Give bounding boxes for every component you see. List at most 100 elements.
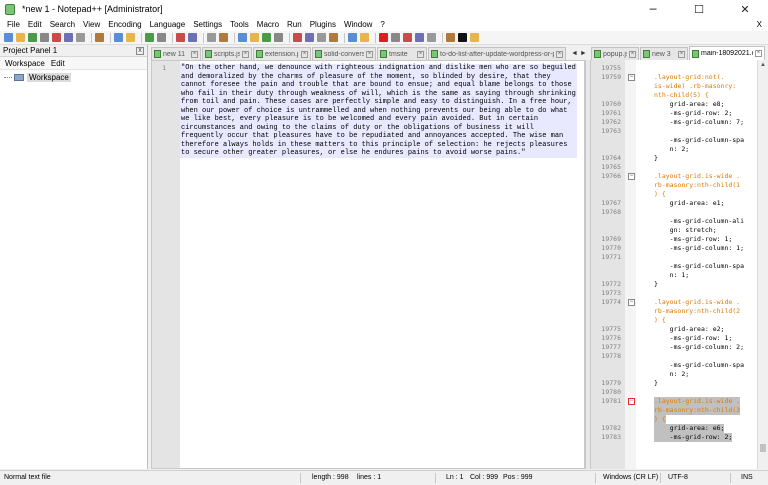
function-list-icon[interactable] [329, 33, 338, 42]
code-text: -ms-grid-column: 1; [654, 244, 745, 252]
panel-menu-workspace[interactable]: Workspace [2, 59, 48, 68]
menu-tools[interactable]: Tools [226, 18, 253, 31]
play-macro-icon[interactable] [403, 33, 412, 42]
menu-macro[interactable]: Macro [253, 18, 283, 31]
close-tab-icon[interactable]: × [755, 50, 762, 57]
print-icon[interactable] [76, 33, 85, 42]
close-icon[interactable]: x [136, 46, 144, 55]
word-wrap-icon[interactable] [262, 33, 271, 42]
language-icon[interactable] [305, 33, 314, 42]
close-all-icon[interactable] [64, 33, 73, 42]
close-tab-icon[interactable]: × [242, 50, 249, 58]
tab-extension-js[interactable]: extension.js × [253, 47, 311, 60]
menu-file[interactable]: File [3, 18, 24, 31]
open-file-icon[interactable] [16, 33, 25, 42]
code-text: .layout-grid.is-wide . [654, 397, 741, 406]
fold-toggle-icon[interactable]: − [628, 398, 635, 405]
menu-view[interactable]: View [79, 18, 104, 31]
close-window-button[interactable]: ✕ [722, 0, 768, 18]
tab-new-11[interactable]: new 11 × [151, 47, 201, 60]
code-text: } [654, 154, 658, 162]
tab-label: tmsite [389, 50, 408, 58]
run-macro-multiple-icon[interactable] [415, 33, 424, 42]
editor-text-area[interactable]: "On the other hand, we denounce with rig… [180, 64, 584, 158]
menu-help[interactable]: ? [376, 18, 388, 31]
close-tab-icon[interactable]: × [301, 50, 308, 58]
monitoring-icon[interactable] [360, 33, 369, 42]
code-text: -ms-grid-row: 2; [654, 109, 733, 117]
menu-plugins[interactable]: Plugins [306, 18, 340, 31]
new-file-icon[interactable] [4, 33, 13, 42]
close-document-button[interactable]: X [757, 18, 762, 31]
tab-popup-js[interactable]: popup.js × [591, 47, 639, 60]
save-icon[interactable] [28, 33, 37, 42]
close-tab-icon[interactable]: × [678, 50, 685, 58]
menu-run[interactable]: Run [283, 18, 306, 31]
zoom-out-icon[interactable] [219, 33, 228, 42]
menu-language[interactable]: Language [146, 18, 190, 31]
spell-check-icon[interactable] [446, 33, 455, 42]
fold-toggle-icon[interactable]: − [628, 74, 635, 81]
plugin-settings-icon[interactable] [470, 33, 479, 42]
code-text: is-wide) .rb-masonry: [654, 82, 737, 90]
panel-menu-edit[interactable]: Edit [48, 59, 68, 68]
close-icon[interactable] [52, 33, 61, 42]
code-text: -ms-grid-row: 1; [654, 334, 733, 342]
paste-icon[interactable] [126, 33, 135, 42]
close-tab-icon[interactable]: × [366, 50, 373, 58]
undo-icon[interactable] [145, 33, 154, 42]
save-all-icon[interactable] [40, 33, 49, 42]
menu-settings[interactable]: Settings [189, 18, 226, 31]
menu-search[interactable]: Search [46, 18, 79, 31]
tab-tmsite[interactable]: tmsite × [377, 47, 427, 60]
tree-item-workspace[interactable]: Workspace [4, 72, 147, 83]
minimize-button[interactable]: ─ [630, 0, 676, 18]
maximize-button[interactable]: ☐ [676, 0, 722, 18]
toolbar-separator [141, 32, 142, 43]
find-icon[interactable] [176, 33, 185, 42]
zoom-in-icon[interactable] [207, 33, 216, 42]
tab-main-18092021-css[interactable]: main-18092021.css× [689, 46, 765, 60]
close-tab-icon[interactable]: × [556, 50, 563, 58]
vertical-scrollbar[interactable]: ▲ [757, 60, 768, 469]
code-text: } [654, 379, 658, 387]
scroll-up-icon[interactable]: ▲ [758, 60, 768, 71]
scroll-thumb[interactable] [760, 444, 766, 452]
status-divider [300, 473, 301, 483]
tab-scripts-js[interactable]: scripts.js × [202, 47, 252, 60]
redo-icon[interactable] [157, 33, 166, 42]
status-divider [595, 473, 596, 483]
cut-icon[interactable] [95, 33, 104, 42]
menu-window[interactable]: Window [340, 18, 376, 31]
code-text: grid-area: e2; [654, 325, 725, 333]
replace-icon[interactable] [188, 33, 197, 42]
folder-workspace-icon[interactable] [348, 33, 357, 42]
menu-encoding[interactable]: Encoding [104, 18, 145, 31]
sync-vertical-icon[interactable] [238, 33, 247, 42]
close-tab-icon[interactable]: × [629, 50, 636, 58]
tab-to-do-list-after-update-wordpress-or-plugin-txt[interactable]: to-do-list-after-update-wordpress-or-plu… [428, 47, 566, 60]
code-text: rb-masonry:nth-child(1 [654, 181, 741, 189]
text-editor-right[interactable]: 19755 19759 .layout-grid:not(. − is-wide) .r… [591, 60, 757, 469]
code-text: ) { [654, 190, 666, 198]
copy-icon[interactable] [114, 33, 123, 42]
menu-edit[interactable]: Edit [24, 18, 46, 31]
sync-horizontal-icon[interactable] [250, 33, 259, 42]
show-all-chars-icon[interactable] [274, 33, 283, 42]
close-tab-icon[interactable]: × [191, 50, 198, 58]
fold-toggle-icon[interactable]: − [628, 173, 635, 180]
tab-solid-conversion-js[interactable]: solid-conversion.js× [312, 47, 376, 60]
plugin-j-icon[interactable] [458, 33, 467, 42]
fold-toggle-icon[interactable]: − [628, 299, 635, 306]
stop-macro-icon[interactable] [391, 33, 400, 42]
toolbar-separator [91, 32, 92, 43]
tab-new-3[interactable]: new 3 × [640, 47, 688, 60]
close-tab-icon[interactable]: × [417, 50, 424, 58]
record-macro-icon[interactable] [379, 33, 388, 42]
save-macro-icon[interactable] [427, 33, 436, 42]
tab-scroll-arrows[interactable]: ◄ ► [569, 46, 589, 60]
indent-guide-icon[interactable] [293, 33, 302, 42]
document-map-icon[interactable] [317, 33, 326, 42]
text-editor-left[interactable]: 1 "On the other hand, we denounce with r… [151, 60, 585, 469]
tab-label: solid-conversion.js [324, 50, 364, 58]
